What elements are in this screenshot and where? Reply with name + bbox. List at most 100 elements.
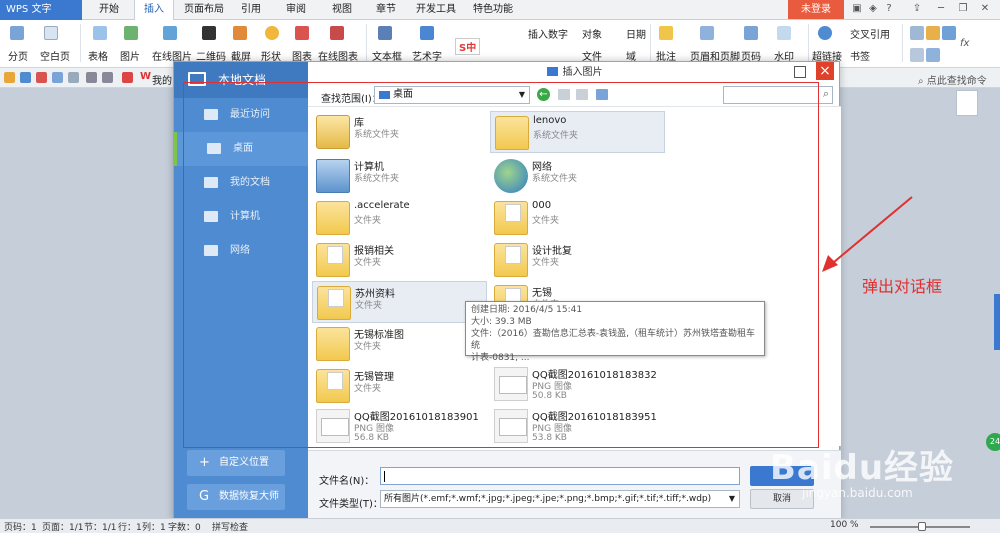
table-button[interactable]: 表格	[88, 48, 108, 63]
app-title-bar: WPS 文字 开始 插入 页面布局 引用 审阅 视图 章节 开发工具 特色功能 …	[0, 0, 1000, 21]
online-picture-icon	[163, 26, 179, 40]
picture-button[interactable]: 图片	[120, 48, 140, 63]
annotation-text: 弹出对话框	[862, 277, 943, 296]
redo-icon[interactable]	[102, 72, 113, 83]
picture-icon	[124, 26, 140, 40]
filetype-value: 所有图片(*.emf;*.wmf;*.jpg;*.jpeg;*.jpe;*.pn…	[384, 494, 712, 504]
filetype-label: 文件类型(T)：	[319, 499, 383, 510]
tab-page-layout[interactable]: 页面布局	[180, 0, 228, 20]
blank-page-button[interactable]: 空白页	[40, 48, 70, 63]
bookmark-button[interactable]: 书签	[850, 48, 870, 63]
ribbon-divider	[80, 24, 81, 62]
recovery-icon: G	[199, 489, 210, 504]
wps-logo-icon	[546, 67, 558, 76]
undo-icon[interactable]	[86, 72, 97, 83]
open-icon[interactable]	[4, 72, 15, 83]
shape-icon	[265, 26, 281, 40]
tab-features[interactable]: 特色功能	[468, 0, 518, 20]
date-button[interactable]: 日期	[626, 26, 646, 41]
cross-reference-button[interactable]: 交叉引用	[850, 26, 890, 41]
textbox-icon	[378, 26, 394, 40]
dialog-title-text: 插入图片	[562, 67, 603, 78]
pdf-icon[interactable]	[36, 72, 47, 83]
watermark-icon	[777, 26, 793, 40]
filetype-select[interactable]: 所有图片(*.emf;*.wmf;*.jpg;*.jpeg;*.jpe;*.pn…	[380, 490, 740, 508]
doc-tab[interactable]: 我的	[152, 72, 172, 87]
ribbon-divider	[650, 24, 651, 62]
ribbon-divider	[902, 24, 903, 62]
dialog-footer	[308, 450, 841, 522]
plus-icon: +	[199, 455, 210, 470]
print-icon[interactable]	[52, 72, 63, 83]
dialog-title: 插入图片	[308, 62, 841, 84]
filename-input[interactable]	[380, 467, 740, 485]
status-spell[interactable]: 拼写检查	[212, 520, 248, 533]
tab-review[interactable]: 审阅	[280, 0, 312, 20]
status-row: 行：1	[118, 523, 142, 533]
wps-menu-button[interactable]: WPS 文字	[0, 0, 82, 20]
search-icon: ⌕	[918, 76, 924, 87]
save-icon[interactable]	[20, 72, 31, 83]
status-chars: 字数：0	[168, 523, 201, 533]
status-section: 节：1/1	[84, 523, 117, 533]
location-pin-icon[interactable]	[956, 90, 978, 116]
comment-icon	[659, 26, 675, 40]
extra-tools-icon-row2[interactable]	[910, 48, 942, 62]
custom-location-label: 自定义位置	[219, 457, 269, 468]
object-button[interactable]: 对象	[582, 26, 602, 41]
status-pages: 页面：1/1	[42, 523, 84, 533]
annotation-arrow	[822, 196, 913, 272]
hyperlink-icon	[818, 26, 834, 40]
qrcode-icon	[202, 26, 218, 40]
tab-view[interactable]: 视图	[326, 0, 358, 20]
command-search-label: 点此查找命令	[926, 76, 987, 87]
maximize-icon[interactable]	[794, 66, 806, 78]
tab-insert[interactable]: 插入	[134, 0, 174, 21]
tab-references[interactable]: 引用	[236, 0, 266, 20]
skin-icon[interactable]: ▣	[851, 3, 863, 15]
text-caret	[384, 471, 385, 482]
format-painter-icon[interactable]	[122, 72, 133, 83]
page-break-icon	[10, 26, 26, 40]
baidu-watermark-url: jingyan.baidu.com	[802, 486, 913, 500]
login-button[interactable]: 未登录	[788, 0, 844, 19]
page-break-button[interactable]: 分页	[8, 48, 28, 63]
screenshot-icon	[233, 26, 249, 40]
blank-page-icon	[44, 26, 60, 40]
header-footer-icon	[700, 26, 716, 40]
tab-developer[interactable]: 开发工具	[412, 0, 460, 20]
dialog-close-button[interactable]: ×	[816, 62, 834, 80]
status-col: 列：1	[142, 523, 166, 533]
chart-icon	[295, 26, 311, 40]
minimize-ribbon-icon[interactable]: ⇪	[911, 3, 923, 15]
wordart-icon	[420, 26, 436, 40]
table-icon	[93, 26, 109, 40]
side-panel-tab[interactable]	[994, 294, 1000, 350]
window-minimize-icon[interactable]: ─	[935, 3, 947, 15]
tab-chapter[interactable]: 章节	[370, 0, 402, 20]
data-recovery-label: 数据恢复大师	[219, 491, 279, 502]
preview-icon[interactable]	[68, 72, 79, 83]
status-bar: 页码：1 页面：1/1 节：1/1 行：1 列：1 字数：0 拼写检查 100 …	[0, 518, 1000, 533]
command-search[interactable]: ⌕ 点此查找命令	[918, 72, 987, 87]
speed-badge-icon[interactable]: 24	[986, 433, 1000, 451]
doc-tab-icon: W	[140, 71, 152, 82]
data-recovery-button[interactable]: G 数据恢复大师	[187, 484, 285, 510]
shirt-icon[interactable]: ◈	[867, 3, 879, 15]
zoom-slider-handle[interactable]	[918, 522, 926, 531]
extra-tools-icon[interactable]	[910, 26, 958, 40]
custom-location-button[interactable]: + 自定义位置	[187, 450, 285, 476]
help-icon[interactable]: ?	[883, 3, 895, 15]
baidu-watermark: Baidu经验	[770, 448, 955, 488]
formula-icon[interactable]: fx	[960, 38, 969, 49]
arrow-shaft	[827, 196, 913, 268]
ime-toolbar[interactable]: S中	[455, 38, 481, 55]
window-close-icon[interactable]: ✕	[979, 3, 991, 15]
arrow-head	[822, 255, 838, 272]
ribbon-divider	[808, 24, 809, 62]
window-restore-icon[interactable]: ❐	[957, 3, 969, 15]
insert-number-button[interactable]: 插入数字	[528, 26, 568, 41]
page-number-icon	[744, 26, 760, 40]
chevron-down-icon: ▼	[728, 494, 735, 503]
tab-home[interactable]: 开始	[92, 0, 126, 20]
